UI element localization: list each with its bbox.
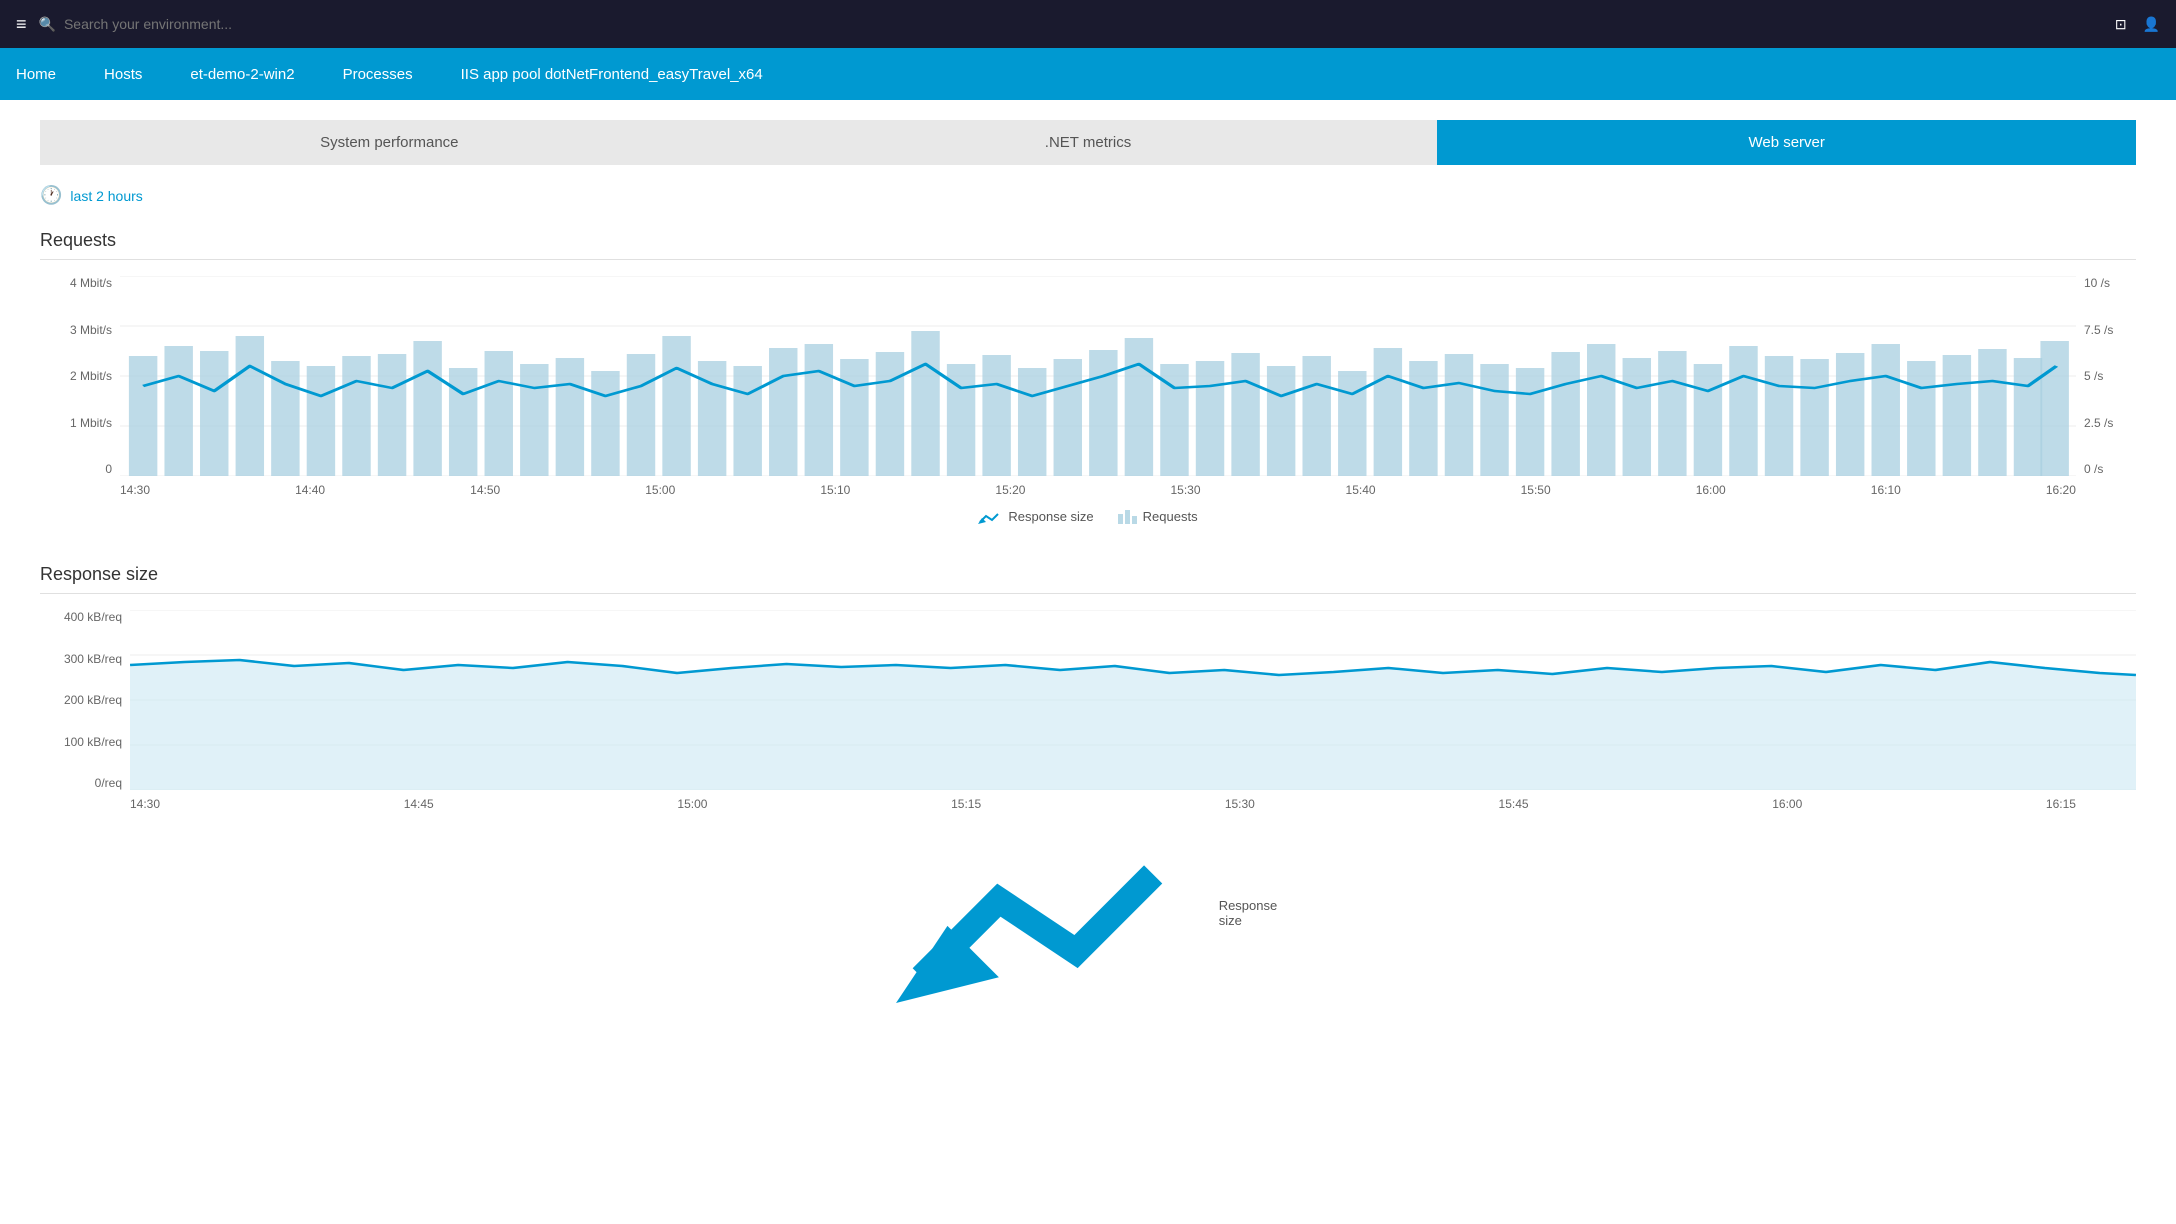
response-size-chart-area: 400 kB/req 300 kB/req 200 kB/req 100 kB/… bbox=[40, 610, 2136, 793]
response-size-chart-svg bbox=[130, 610, 2136, 793]
time-filter[interactable]: 🕐 last 2 hours bbox=[40, 185, 2136, 206]
requests-section-title: Requests bbox=[40, 230, 2136, 260]
tab-net-metrics[interactable]: .NET metrics bbox=[739, 120, 1438, 165]
requests-y-axis-left: 4 Mbit/s 3 Mbit/s 2 Mbit/s 1 Mbit/s 0 bbox=[40, 276, 120, 476]
breadcrumb-iis-pool[interactable]: IIS app pool dotNetFrontend_easyTravel_x… bbox=[433, 48, 783, 100]
response-size-chart-container: Response size 400 kB/req 300 kB/req 200 … bbox=[40, 564, 2136, 1003]
search-input[interactable] bbox=[64, 16, 284, 32]
response-size-y-axis: 400 kB/req 300 kB/req 200 kB/req 100 kB/… bbox=[40, 610, 130, 790]
clock-icon: 🕐 bbox=[40, 185, 62, 206]
tab-system-performance[interactable]: System performance bbox=[40, 120, 739, 165]
user-icon[interactable]: 👤 bbox=[2143, 16, 2160, 33]
search-icon: 🔍 bbox=[39, 16, 56, 33]
response-size-legend: Response size bbox=[40, 823, 2136, 1003]
response-size-section-title: Response size bbox=[40, 564, 2136, 594]
tab-bar: System performance .NET metrics Web serv… bbox=[40, 120, 2136, 165]
breadcrumb-hosts[interactable]: Hosts bbox=[76, 48, 162, 100]
requests-y-axis-right: 10 /s 7.5 /s 5 /s 2.5 /s 0 /s bbox=[2076, 276, 2136, 476]
response-size-x-axis: 14:30 14:45 15:00 15:15 15:30 15:45 16:0… bbox=[40, 793, 2076, 811]
main-content: System performance .NET metrics Web serv… bbox=[0, 100, 2176, 1063]
breadcrumb-processes[interactable]: Processes bbox=[315, 48, 433, 100]
breadcrumb-host-detail[interactable]: et-demo-2-win2 bbox=[162, 48, 314, 100]
requests-x-axis: 14:30 14:40 14:50 15:00 15:10 15:20 15:3… bbox=[40, 479, 2076, 497]
top-nav-right: ⊡ 👤 bbox=[2115, 16, 2160, 33]
search-bar[interactable]: 🔍 bbox=[39, 16, 284, 33]
menu-icon[interactable]: ≡ bbox=[16, 14, 27, 35]
legend-response-size: Response size bbox=[978, 509, 1093, 524]
notifications-icon[interactable]: ⊡ bbox=[2115, 16, 2127, 33]
requests-chart-container: Requests 4 Mbit/s 3 Mbit/s 2 Mbit/s 1 Mb… bbox=[40, 230, 2136, 524]
top-navigation: ≡ 🔍 ⊡ 👤 bbox=[0, 0, 2176, 48]
requests-chart-area: 4 Mbit/s 3 Mbit/s 2 Mbit/s 1 Mbit/s 0 bbox=[40, 276, 2136, 479]
breadcrumb-bar: Home Hosts et-demo-2-win2 Processes IIS … bbox=[0, 48, 2176, 100]
requests-legend: Response size Requests bbox=[40, 509, 2136, 524]
time-filter-label[interactable]: last 2 hours bbox=[70, 188, 142, 204]
legend-requests: Requests bbox=[1118, 509, 1198, 524]
breadcrumb-home[interactable]: Home bbox=[0, 48, 76, 100]
tab-web-server[interactable]: Web server bbox=[1437, 120, 2136, 165]
legend-response-size-2: Response size bbox=[888, 823, 1288, 1003]
requests-chart-svg bbox=[120, 276, 2076, 479]
